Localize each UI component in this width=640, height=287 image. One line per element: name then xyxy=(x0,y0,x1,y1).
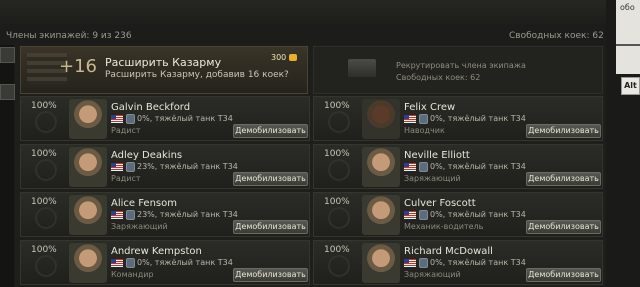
expand-subtitle: Расширить Казарму, добавив 16 коек? xyxy=(105,70,289,80)
recruit-title: Рекрутировать члена экипажа xyxy=(396,61,526,70)
crew-specialization: 23%, тяжёлый танк Т34 xyxy=(137,162,238,171)
expand-price: 300 xyxy=(271,53,287,62)
crew-specialization: 0%, тяжёлый танк Т34 xyxy=(137,258,233,267)
skill-percent: 100% xyxy=(31,149,57,159)
crew-specialization: 0%, тяжёлый танк Т34 xyxy=(430,210,526,219)
crew-role: Заряжающий xyxy=(404,174,461,183)
tank-spec-icon xyxy=(126,210,135,220)
recruit-free-bunks: Свободных коек: 62 xyxy=(396,73,481,82)
demobilize-button[interactable]: Демобилизовать xyxy=(233,220,308,234)
crew-role: Радист xyxy=(111,126,141,135)
crew-name: Andrew Kempston xyxy=(111,246,202,257)
role-emblem-icon xyxy=(35,255,57,277)
skill-percent: 100% xyxy=(324,101,350,111)
crew-count-label: Члены экипажей: 9 из 236 xyxy=(6,31,132,41)
role-emblem-icon xyxy=(328,111,350,133)
skill-percent: 100% xyxy=(324,197,350,207)
crew-name: Felix Crew xyxy=(404,102,456,113)
tank-spec-icon xyxy=(419,210,428,220)
crew-name: Neville Elliott xyxy=(404,150,470,161)
alt-key-badge: Alt xyxy=(621,77,640,95)
tank-spec-icon xyxy=(419,258,428,268)
crew-portrait xyxy=(69,243,107,283)
recruit-card[interactable]: Рекрутировать члена экипажа Свободных ко… xyxy=(313,46,603,94)
crew-card[interactable]: 100% Andrew Kempston 0%, тяжёлый танк Т3… xyxy=(20,240,310,285)
free-bunks-label: Свободных коек: 62 из xyxy=(509,31,618,41)
right-popup-divider xyxy=(616,44,640,46)
left-scroll-edge xyxy=(0,45,14,287)
crew-portrait xyxy=(362,243,400,283)
tank-spec-icon xyxy=(419,162,428,172)
crew-portrait xyxy=(69,99,107,139)
skill-percent: 100% xyxy=(31,245,57,255)
crew-card[interactable]: 100% Adley Deakins 23%, тяжёлый танк Т34… xyxy=(20,144,310,189)
usa-flag-icon xyxy=(404,115,416,123)
tank-spec-icon xyxy=(126,162,135,172)
role-emblem-icon xyxy=(328,159,350,181)
demobilize-button[interactable]: Демобилизовать xyxy=(233,268,308,282)
crew-card[interactable]: 100% Felix Crew 0%, тяжёлый танк Т34 Нав… xyxy=(313,96,603,141)
crew-card[interactable]: 100% Neville Elliott 0%, тяжёлый танк Т3… xyxy=(313,144,603,189)
right-popup-text: обо xyxy=(620,3,635,12)
demobilize-button[interactable]: Демобилизовать xyxy=(526,220,601,234)
usa-flag-icon xyxy=(111,259,123,267)
crew-role: Заряжающий xyxy=(404,270,461,279)
crew-role: Наводчик xyxy=(404,126,445,135)
demobilize-button[interactable]: Демобилизовать xyxy=(526,268,601,282)
crew-portrait xyxy=(362,99,400,139)
crew-specialization: 0%, тяжёлый танк Т34 xyxy=(430,258,526,267)
tank-spec-icon xyxy=(126,114,135,124)
usa-flag-icon xyxy=(404,211,416,219)
skill-percent: 100% xyxy=(31,101,57,111)
crew-role: Механик-водитель xyxy=(404,222,484,231)
demobilize-button[interactable]: Демобилизовать xyxy=(526,124,601,138)
crew-specialization: 0%, тяжёлый танк Т34 xyxy=(430,162,526,171)
role-emblem-icon xyxy=(328,207,350,229)
usa-flag-icon xyxy=(111,115,123,123)
crew-name: Richard McDowall xyxy=(404,246,493,257)
left-side-button[interactable] xyxy=(0,84,15,100)
top-bar xyxy=(0,0,640,24)
expand-title: Расширить Казарму xyxy=(105,56,222,69)
demobilize-button[interactable]: Демобилизовать xyxy=(233,124,308,138)
crew-role: Радист xyxy=(111,174,141,183)
role-emblem-icon xyxy=(35,159,57,181)
crew-name: Adley Deakins xyxy=(111,150,183,161)
crew-card[interactable]: 100% Richard McDowall 0%, тяжёлый танк Т… xyxy=(313,240,603,285)
skill-percent: 100% xyxy=(324,149,350,159)
expand-barracks-card[interactable]: +16 Расширить Казарму Расширить Казарму,… xyxy=(20,46,308,94)
tank-spec-icon xyxy=(419,114,428,124)
crew-card[interactable]: 100% Galvin Beckford 0%, тяжёлый танк Т3… xyxy=(20,96,310,141)
crew-name: Galvin Beckford xyxy=(111,102,191,113)
crew-portrait xyxy=(69,147,107,187)
crew-specialization: 0%, тяжёлый танк Т34 xyxy=(137,114,233,123)
crew-card[interactable]: 100% Culver Foscott 0%, тяжёлый танк Т34… xyxy=(313,192,603,237)
usa-flag-icon xyxy=(404,259,416,267)
bunk-count: +16 xyxy=(59,56,97,77)
crew-card[interactable]: 100% Alice Fensom 23%, тяжёлый танк Т34 … xyxy=(20,192,310,237)
crew-specialization: 0%, тяжёлый танк Т34 xyxy=(430,114,526,123)
crew-portrait xyxy=(362,147,400,187)
left-arrow-button[interactable] xyxy=(0,47,15,63)
role-emblem-icon xyxy=(35,111,57,133)
crew-role: Заряжающий xyxy=(111,222,168,231)
crew-name: Alice Fensom xyxy=(111,198,177,209)
crew-role: Командир xyxy=(111,270,154,279)
usa-flag-icon xyxy=(111,211,123,219)
demobilize-button[interactable]: Демобилизовать xyxy=(526,172,601,186)
tank-spec-icon xyxy=(126,258,135,268)
role-emblem-icon xyxy=(328,255,350,277)
crew-portrait xyxy=(362,195,400,235)
usa-flag-icon xyxy=(111,163,123,171)
skill-percent: 100% xyxy=(324,245,350,255)
demobilize-button[interactable]: Демобилизовать xyxy=(233,172,308,186)
role-emblem-icon xyxy=(35,207,57,229)
crew-portrait xyxy=(69,195,107,235)
gold-coin-icon xyxy=(289,54,297,61)
crew-specialization: 23%, тяжёлый танк Т34 xyxy=(137,210,238,219)
crew-name: Culver Foscott xyxy=(404,198,476,209)
bunk-icon xyxy=(348,59,376,77)
skill-percent: 100% xyxy=(31,197,57,207)
usa-flag-icon xyxy=(404,163,416,171)
